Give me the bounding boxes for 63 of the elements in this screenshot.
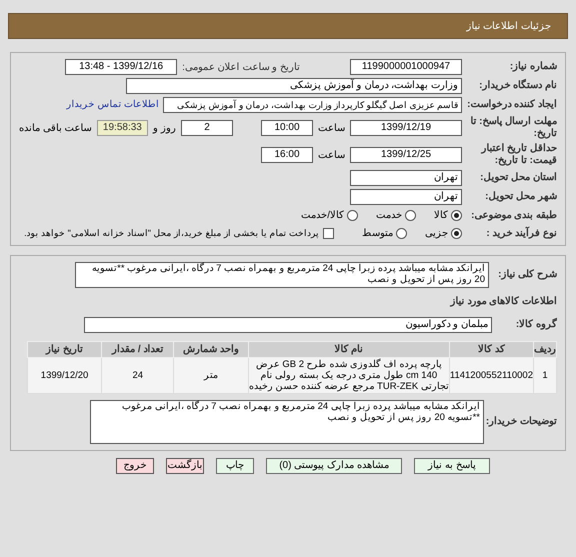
field-label: استان محل تحویل: <box>479 172 557 184</box>
radio-label: خدمت <box>376 209 402 223</box>
radio-label: جزیی <box>425 227 448 241</box>
column-header: واحد شمارش <box>174 342 248 358</box>
table-cell: متر <box>174 358 248 394</box>
field-label: تاریخ و ساعت اعلان عمومی: <box>182 60 300 74</box>
text-field[interactable]: 2 <box>181 120 233 136</box>
buyer-contact-link[interactable]: اطلاعات تماس خریدار <box>66 98 159 112</box>
column-header: کد کالا <box>449 342 534 358</box>
table-cell: پارچه پرده اف گلدوزی شده طرح GB 2 عرض 140 cm طول متری درجه یک بسته رولی نام تجارتی TUR-ZEK مرجع عرضه کننده حسن رخیده <box>248 358 450 394</box>
field-label: ساعت <box>318 148 345 162</box>
field-label: شهر محل تحویل: <box>484 191 557 203</box>
action-button[interactable]: چاپ <box>216 458 254 474</box>
action-button[interactable]: خروج <box>116 458 154 474</box>
field-label: توضیحات خریدار: <box>484 416 557 428</box>
text-field[interactable]: 1399/12/19 <box>350 120 462 136</box>
field-label: حداقل تاریخ اعتبار قیمت: تا تاریخ: <box>480 143 557 167</box>
column-header: تاریخ نیاز <box>28 342 102 358</box>
radio-label: کالا <box>434 209 448 223</box>
field-label: ایجاد کننده درخواست: <box>466 99 557 111</box>
text-field[interactable]: 1399/12/25 <box>350 147 462 163</box>
column-header: ردیف <box>534 342 556 358</box>
table-cell: 1 <box>534 358 556 394</box>
action-button[interactable]: بازگشت <box>166 458 204 474</box>
text-field[interactable]: 1199000001000947 <box>350 59 462 75</box>
text-field[interactable]: مبلمان و دکوراسیون <box>84 317 492 333</box>
column-header: نام کالا <box>248 342 450 358</box>
radio-label: کالا/خدمت <box>301 209 344 223</box>
page-title: جزئیات اطلاعات نیاز <box>466 20 551 34</box>
field-label: روز و <box>153 122 176 136</box>
table-cell: 1141200552110002 <box>449 358 534 394</box>
description-field: ایرانکد مشابه میباشد پرده زبرا چاپی 24 مترمربع و بهمراه نصب 7 درگاه ،ایرانی مرغوب **تسویه 20 روز پس از تحویل و نصب <box>75 262 489 288</box>
text-field[interactable]: 10:00 <box>261 120 313 136</box>
section-heading: اطلاعات کالاهای مورد نیاز <box>448 295 557 309</box>
countdown-field: 19:58:33 <box>96 120 148 136</box>
radio-button[interactable] <box>347 210 358 221</box>
text-field[interactable]: 16:00 <box>261 147 313 163</box>
checkbox-label: پرداخت تمام یا بخشی از مبلغ خرید،از محل "اسناد خزانه اسلامی" خواهد بود. <box>24 226 319 240</box>
radio-button[interactable] <box>396 228 407 239</box>
radio-button[interactable] <box>451 228 462 239</box>
column-header: تعداد / مقدار <box>102 342 174 358</box>
field-label: ساعت <box>318 122 345 136</box>
checkbox[interactable] <box>323 228 334 239</box>
text-field[interactable]: تهران <box>350 170 462 186</box>
field-label: نام دستگاه خریدار: <box>478 80 557 92</box>
action-button[interactable]: مشاهده مدارک پیوستی (0) <box>266 458 402 474</box>
field-label: گروه کالا: <box>514 319 557 331</box>
notes-field: ایرانکد مشابه میباشد پرده زبرا چاپی 24 مترمربع و بهمراه نصب 7 درگاه ،ایرانی مرغوب **تسویه 20 روز پس از تحویل و نصب <box>90 400 484 444</box>
radio-label: متوسط <box>362 227 393 241</box>
field-label: مهلت ارسال پاسخ: تا تاریخ: <box>469 116 557 140</box>
text-field[interactable]: 1399/12/16 - 13:48 <box>65 59 178 75</box>
table-cell: 24 <box>102 358 174 394</box>
field-label: شرح کلی نیاز: <box>497 269 557 281</box>
table-cell: 1399/12/20 <box>28 358 102 394</box>
field-label: ساعت باقی مانده <box>19 122 92 136</box>
text-field[interactable]: قاسم عزیزی اصل گیگلو کارپرداز وزارت بهداشت، درمان و آموزش پزشکی <box>163 97 462 113</box>
field-label: شماره نیاز: <box>508 61 557 73</box>
field-label: نوع فرآیند خرید : <box>485 228 557 240</box>
radio-button[interactable] <box>405 210 416 221</box>
field-label: طبقه بندی موضوعی: <box>470 210 557 222</box>
radio-button[interactable] <box>451 210 462 221</box>
action-button[interactable]: پاسخ به نیاز <box>414 458 490 474</box>
text-field[interactable]: تهران <box>350 189 462 205</box>
